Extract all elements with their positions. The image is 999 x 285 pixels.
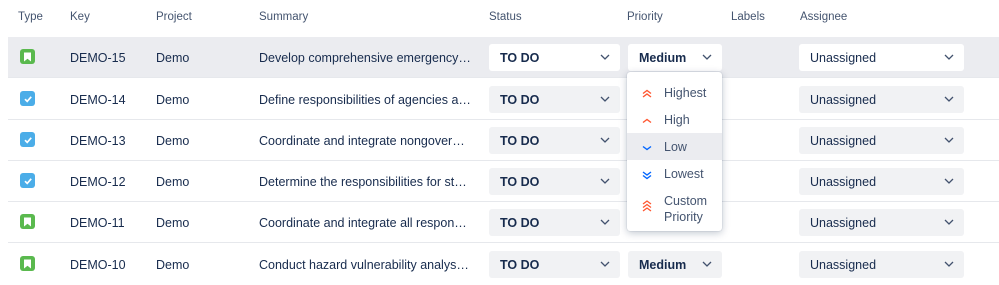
header-project[interactable]: Project xyxy=(156,11,192,23)
priority-option-label: Highest xyxy=(664,86,707,100)
table-row[interactable]: DEMO-14 Demo Define responsibilities of … xyxy=(8,79,999,120)
priority-dropdown[interactable]: Medium xyxy=(628,251,722,278)
issue-key[interactable]: DEMO-10 xyxy=(70,258,126,272)
status-value: TO DO xyxy=(500,257,540,272)
issue-key[interactable]: DEMO-13 xyxy=(70,134,126,148)
status-dropdown[interactable]: TO DO xyxy=(489,251,620,278)
table-row[interactable]: DEMO-15 Demo Develop comprehensive emerg… xyxy=(8,37,999,78)
header-priority[interactable]: Priority xyxy=(627,11,663,23)
chevron-down-icon xyxy=(600,219,610,225)
chevron-down-icon xyxy=(600,54,610,60)
priority-option-label: Custom Priority xyxy=(664,194,708,224)
assignee-dropdown[interactable]: Unassigned xyxy=(799,209,964,236)
issue-summary[interactable]: Conduct hazard vulnerability analysis to… xyxy=(259,258,471,272)
chevron-down-icon xyxy=(702,261,712,267)
priority-custom-icon xyxy=(642,200,652,212)
priority-menu: Highest High Low Lowest Custom Priority xyxy=(627,72,722,231)
task-checkbox-icon xyxy=(20,91,35,106)
priority-value: Medium xyxy=(639,50,687,65)
status-value: TO DO xyxy=(500,50,540,65)
chevron-down-icon xyxy=(600,178,610,184)
issue-key[interactable]: DEMO-11 xyxy=(70,216,125,230)
chevron-down-icon xyxy=(944,219,954,225)
priority-low-icon xyxy=(642,145,652,151)
priority-option-label: Lowest xyxy=(664,167,704,181)
header-summary[interactable]: Summary xyxy=(259,11,308,23)
priority-option-lowest[interactable]: Lowest xyxy=(627,160,722,187)
assignee-value: Unassigned xyxy=(810,92,877,107)
story-icon xyxy=(20,49,35,64)
table-row[interactable]: DEMO-10 Demo Conduct hazard vulnerabilit… xyxy=(8,244,999,285)
status-value: TO DO xyxy=(500,215,540,230)
status-value: TO DO xyxy=(500,92,540,107)
status-dropdown[interactable]: TO DO xyxy=(489,168,620,195)
issue-summary[interactable]: Determine the responsibilities for stand… xyxy=(259,175,471,189)
priority-option-highest[interactable]: Highest xyxy=(627,79,722,106)
table-header: Type Key Project Summary Status Priority… xyxy=(0,0,999,34)
project-name: Demo xyxy=(156,51,190,65)
header-labels[interactable]: Labels xyxy=(731,11,765,23)
status-dropdown[interactable]: TO DO xyxy=(489,127,620,154)
issue-key[interactable]: DEMO-12 xyxy=(70,175,126,189)
status-value: TO DO xyxy=(500,133,540,148)
header-assignee[interactable]: Assignee xyxy=(800,11,847,23)
table-row[interactable]: DEMO-13 Demo Coordinate and integrate no… xyxy=(8,120,999,161)
priority-high-icon xyxy=(642,118,652,124)
priority-option-high[interactable]: High xyxy=(627,106,722,133)
chevron-down-icon xyxy=(600,261,610,267)
project-name: Demo xyxy=(156,134,190,148)
priority-dropdown[interactable]: Medium xyxy=(628,44,722,71)
project-name: Demo xyxy=(156,93,190,107)
project-name: Demo xyxy=(156,175,190,189)
story-icon xyxy=(20,256,35,271)
table-row[interactable]: DEMO-11 Demo Coordinate and integrate al… xyxy=(8,202,999,243)
header-type[interactable]: Type xyxy=(18,11,43,23)
assignee-dropdown[interactable]: Unassigned xyxy=(799,86,964,113)
issue-summary[interactable]: Develop comprehensive emergency manageme… xyxy=(259,51,471,65)
priority-value: Medium xyxy=(639,257,687,272)
issue-summary[interactable]: Coordinate and integrate all response an… xyxy=(259,216,471,230)
priority-option-label: Low xyxy=(664,140,687,154)
header-key[interactable]: Key xyxy=(70,11,90,23)
chevron-down-icon xyxy=(944,261,954,267)
project-name: Demo xyxy=(156,216,190,230)
status-dropdown[interactable]: TO DO xyxy=(489,44,620,71)
assignee-dropdown[interactable]: Unassigned xyxy=(799,44,964,71)
task-checkbox-icon xyxy=(20,132,35,147)
priority-lowest-icon xyxy=(642,171,652,180)
assignee-value: Unassigned xyxy=(810,50,877,65)
priority-highest-icon xyxy=(642,89,652,98)
priority-option-low[interactable]: Low xyxy=(627,133,722,160)
task-checkbox-icon xyxy=(20,173,35,188)
project-name: Demo xyxy=(156,258,190,272)
assignee-dropdown[interactable]: Unassigned xyxy=(799,251,964,278)
status-dropdown[interactable]: TO DO xyxy=(489,209,620,236)
status-dropdown[interactable]: TO DO xyxy=(489,86,620,113)
assignee-value: Unassigned xyxy=(810,257,877,272)
chevron-down-icon xyxy=(944,96,954,102)
chevron-down-icon xyxy=(702,54,712,60)
assignee-dropdown[interactable]: Unassigned xyxy=(799,127,964,154)
status-value: TO DO xyxy=(500,174,540,189)
chevron-down-icon xyxy=(944,54,954,60)
assignee-value: Unassigned xyxy=(810,215,877,230)
assignee-dropdown[interactable]: Unassigned xyxy=(799,168,964,195)
assignee-value: Unassigned xyxy=(810,174,877,189)
chevron-down-icon xyxy=(600,137,610,143)
chevron-down-icon xyxy=(600,96,610,102)
issue-summary[interactable]: Define responsibilities of agencies and … xyxy=(259,93,471,107)
table-row[interactable]: DEMO-12 Demo Determine the responsibilit… xyxy=(8,161,999,202)
priority-option-custom[interactable]: Custom Priority xyxy=(627,187,722,227)
chevron-down-icon xyxy=(944,178,954,184)
issue-key[interactable]: DEMO-15 xyxy=(70,51,126,65)
story-icon xyxy=(20,214,35,229)
chevron-down-icon xyxy=(944,137,954,143)
issue-summary[interactable]: Coordinate and integrate nongovernmental… xyxy=(259,134,471,148)
assignee-value: Unassigned xyxy=(810,133,877,148)
priority-option-label: High xyxy=(664,113,690,127)
issue-key[interactable]: DEMO-14 xyxy=(70,93,126,107)
header-status[interactable]: Status xyxy=(489,11,522,23)
